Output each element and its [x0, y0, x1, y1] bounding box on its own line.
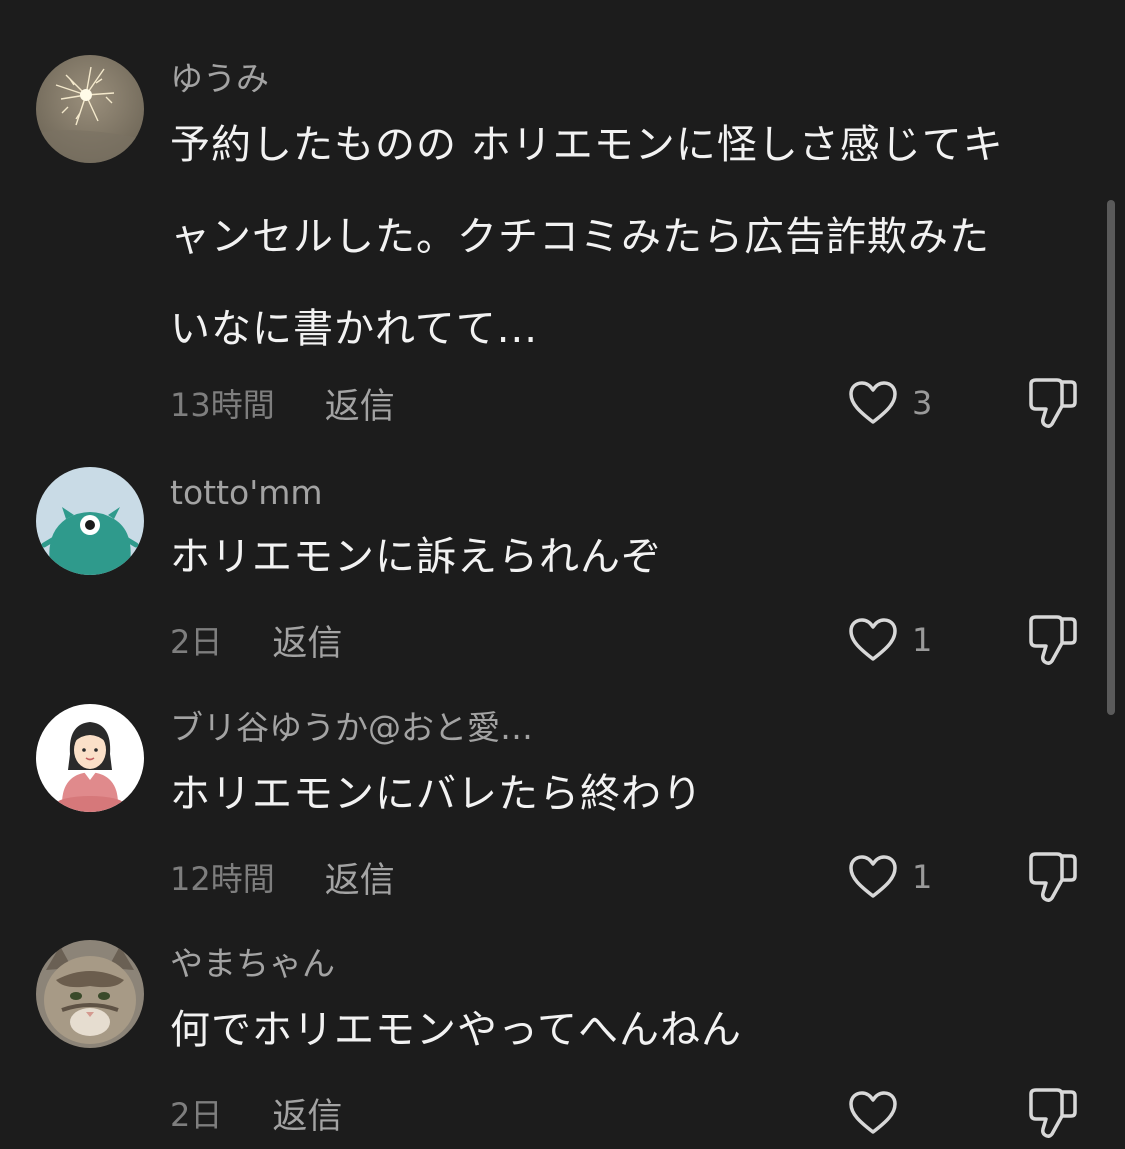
- reply-button[interactable]: 返信: [325, 378, 395, 429]
- reply-button[interactable]: 返信: [325, 852, 395, 903]
- comment-username[interactable]: totto'mm: [170, 473, 323, 513]
- comment-text: ホリエモンにバレたら終わり: [170, 764, 1082, 824]
- thumbs-down-outline-icon: [1029, 1088, 1077, 1139]
- comment-text-line: ホリエモンに訴えられんぞ: [170, 534, 662, 580]
- reply-button[interactable]: 返信: [272, 615, 342, 666]
- avatar[interactable]: [36, 467, 144, 575]
- heart-outline-icon: [849, 618, 897, 661]
- comments-list: ゆうみ 予約したものの ホリエモンに怪しさ感じてキ ャンセルした。クチコミみたら…: [0, 0, 1125, 1149]
- like-button[interactable]: 1: [848, 852, 932, 902]
- comment-text-line: ホリエモンにバレたら終わり: [170, 771, 703, 817]
- comment-text: 予約したものの ホリエモンに怪しさ感じてキ ャンセルした。クチコミみたら広告詐欺…: [170, 115, 1082, 359]
- avatar-image: [36, 704, 144, 812]
- heart-outline-icon: [849, 1091, 897, 1134]
- comment-timestamp: 2日: [170, 1096, 223, 1134]
- avatar-image: [36, 940, 144, 1048]
- thumbs-down-outline-icon: [1029, 615, 1077, 666]
- comment-text-line: 何でホリエモンやってへんねん: [170, 1007, 742, 1053]
- like-button[interactable]: 3: [848, 378, 932, 428]
- comment-username[interactable]: やまちゃん: [170, 944, 335, 984]
- comment-timestamp: 2日: [170, 623, 223, 661]
- like-button[interactable]: [848, 1088, 932, 1138]
- comment-meta: 13時間 返信: [170, 378, 395, 428]
- like-count: 1: [912, 621, 933, 659]
- comment-text: 何でホリエモンやってへんねん: [170, 1000, 1082, 1060]
- thumbs-down-outline-icon: [1029, 852, 1077, 903]
- dislike-button[interactable]: [1027, 1086, 1079, 1140]
- comment-timestamp: 13時間: [170, 386, 275, 424]
- comment-username[interactable]: ブリ谷ゆうか@おと愛…: [170, 708, 533, 748]
- comment-username[interactable]: ゆうみ: [170, 59, 269, 99]
- heart-outline-icon: [849, 855, 897, 898]
- comment-meta: 12時間 返信: [170, 852, 395, 902]
- like-count: 3: [912, 384, 933, 422]
- thumbs-down-outline-icon: [1029, 378, 1077, 429]
- comment-text: ホリエモンに訴えられんぞ: [170, 527, 1082, 587]
- reply-button[interactable]: 返信: [272, 1088, 342, 1139]
- comment-text-line: ャンセルした。クチコミみたら広告詐欺みた: [170, 214, 990, 260]
- dislike-button[interactable]: [1027, 850, 1079, 904]
- comment-text-line: いなに書かれてて...: [170, 306, 538, 352]
- avatar-image: [36, 55, 144, 163]
- comment-text-line: 予約したものの ホリエモンに怪しさ感じてキ: [170, 122, 1004, 168]
- avatar[interactable]: [36, 55, 144, 163]
- avatar[interactable]: [36, 704, 144, 812]
- comment-timestamp: 12時間: [170, 860, 275, 898]
- scrollbar[interactable]: [1107, 200, 1115, 715]
- comment-meta: 2日 返信: [170, 1088, 342, 1138]
- heart-outline-icon: [849, 381, 897, 424]
- avatar[interactable]: [36, 940, 144, 1048]
- comment-meta: 2日 返信: [170, 615, 342, 665]
- dislike-button[interactable]: [1027, 376, 1079, 430]
- avatar-image: [36, 467, 144, 575]
- like-count: 1: [912, 858, 933, 896]
- like-button[interactable]: 1: [848, 615, 932, 665]
- dislike-button[interactable]: [1027, 613, 1079, 667]
